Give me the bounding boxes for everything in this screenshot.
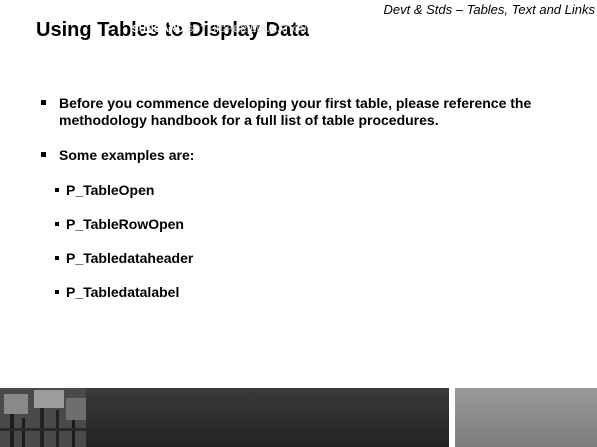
square-bullet-icon xyxy=(55,188,59,192)
brand-name: SUNGARD xyxy=(132,24,184,35)
website-url: www.sungardsct.com xyxy=(456,30,523,37)
square-bullet-icon xyxy=(55,290,59,294)
bullet-item: Some examples are: xyxy=(41,147,561,164)
sub-bullet-item: P_TableRowOpen xyxy=(55,216,561,233)
chairs-photo-icon xyxy=(0,388,86,447)
sub-bullet-item: P_Tabledatalabel xyxy=(55,284,561,301)
division-name: SCT HIGHER EDUCATION xyxy=(186,24,308,35)
sub-bullet-text: P_Tabledatalabel xyxy=(66,284,180,300)
square-bullet-icon xyxy=(41,100,46,105)
sub-bullet-text: P_TableRowOpen xyxy=(66,216,184,232)
sungard-logo: SUNGARD SCT HIGHER EDUCATION xyxy=(132,24,307,35)
slide: Devt & Stds – Tables, Text and Links Usi… xyxy=(0,0,597,447)
sub-bullet-item: P_Tabledataheader xyxy=(55,250,561,267)
square-bullet-icon xyxy=(55,256,59,260)
footer xyxy=(0,388,597,447)
page-number: 111 xyxy=(567,30,578,37)
sub-bullet-text: P_TableOpen xyxy=(66,182,155,198)
bullet-list: Before you commence developing your firs… xyxy=(41,95,561,318)
square-bullet-icon xyxy=(41,152,46,157)
sub-bullet-item: P_TableOpen xyxy=(55,182,561,199)
bullet-text: Some examples are: xyxy=(59,147,195,163)
bullet-text: Before you commence developing your firs… xyxy=(59,95,532,128)
square-bullet-icon xyxy=(55,222,59,226)
footer-band xyxy=(86,388,449,447)
footer-url-box xyxy=(453,388,597,447)
section-subtitle: Devt & Stds – Tables, Text and Links xyxy=(383,2,596,17)
chairs-photo xyxy=(0,388,86,447)
sub-bullet-text: P_Tabledataheader xyxy=(66,250,194,266)
bullet-item: Before you commence developing your firs… xyxy=(41,95,561,129)
